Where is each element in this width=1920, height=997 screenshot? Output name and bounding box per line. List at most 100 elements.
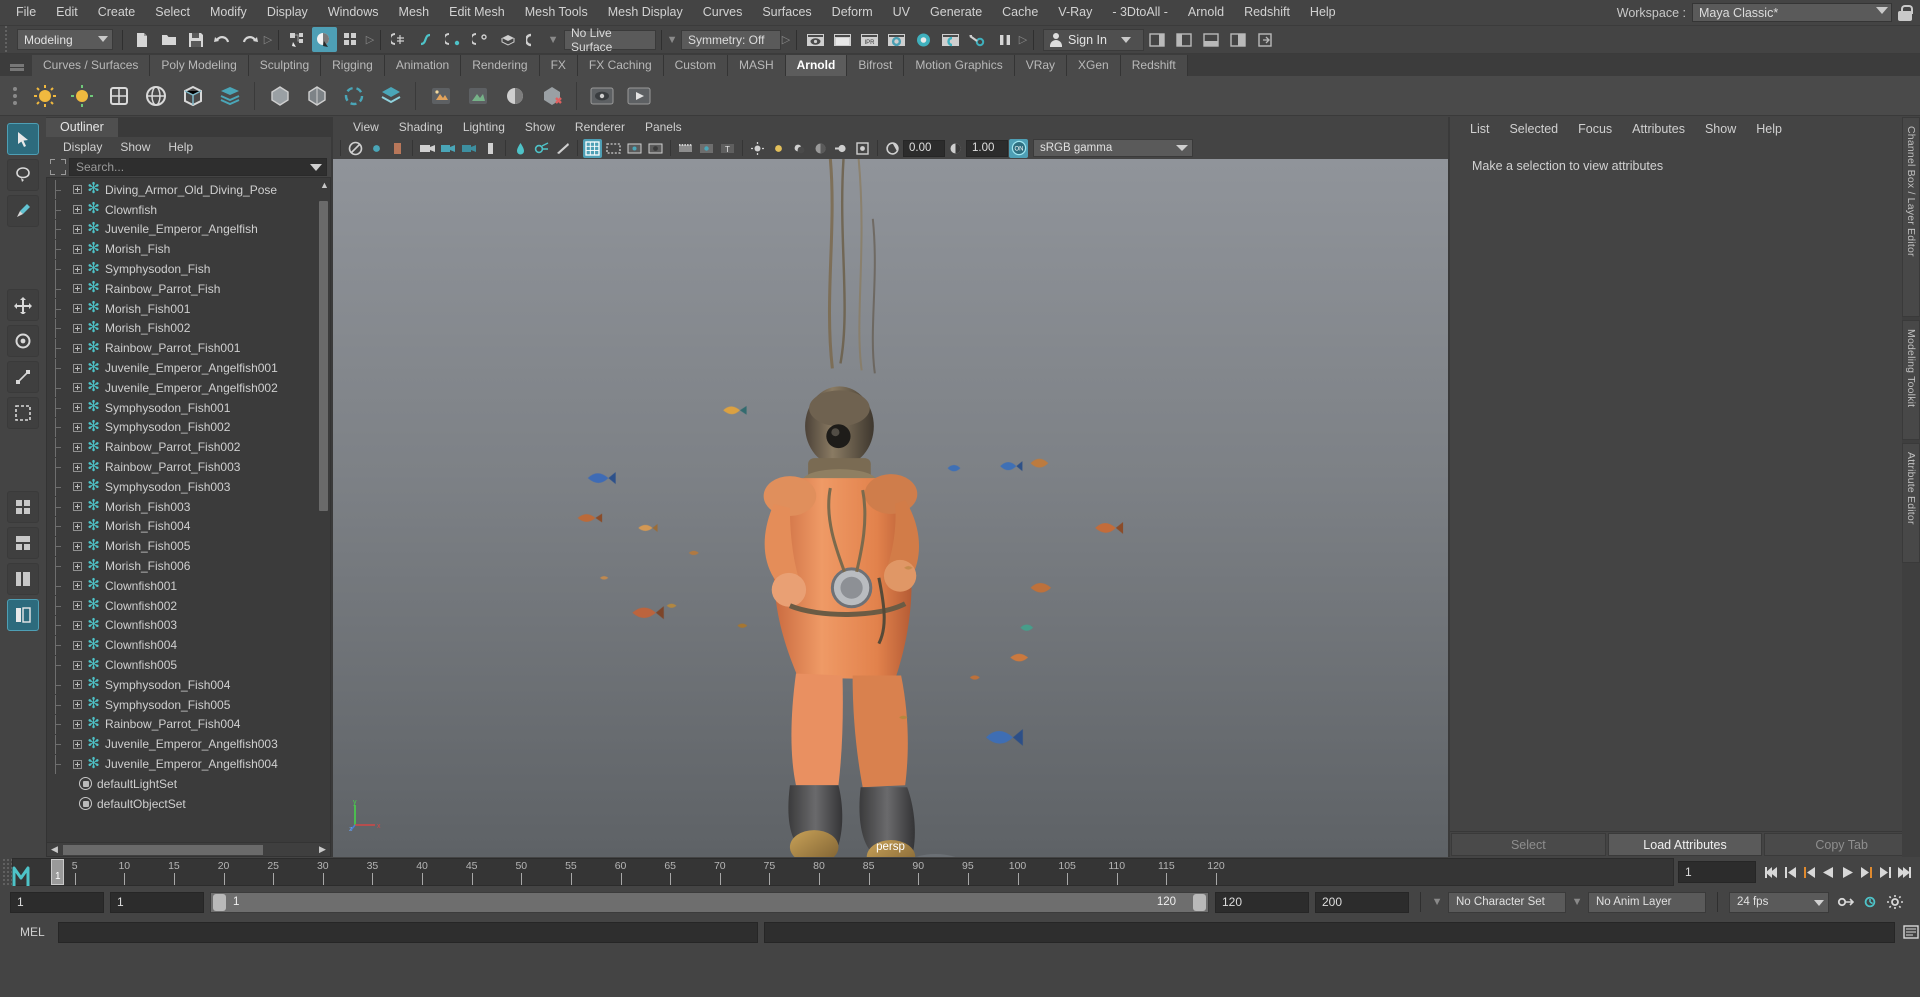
ambient-occlusion-icon[interactable] (811, 139, 830, 158)
select-camera-icon[interactable] (346, 139, 365, 158)
menu-uv[interactable]: UV (883, 0, 920, 25)
viewport-menu-view[interactable]: View (343, 120, 389, 134)
menu-select[interactable]: Select (145, 0, 200, 25)
arnold-volume-icon[interactable] (176, 79, 209, 112)
outliner-item[interactable]: ✻ Clownfish003 (47, 615, 330, 636)
outliner-item[interactable]: ✻ Juvenile_Emperor_Angelfish003 (47, 734, 330, 754)
tab-channel-box-layer-editor[interactable]: Channel Box / Layer Editor (1902, 117, 1920, 317)
chevron-down-icon[interactable]: ▼ (1572, 891, 1583, 913)
ae-menu-list[interactable]: List (1460, 122, 1499, 136)
outliner-vertical-scrollbar[interactable]: ▲ (318, 179, 329, 832)
sign-in-button[interactable]: Sign In (1043, 28, 1144, 51)
display-textures-icon[interactable]: T (718, 139, 737, 158)
expand-toggle-icon[interactable] (73, 403, 82, 413)
layout-four-view-button[interactable] (7, 527, 39, 559)
arnold-render-button[interactable] (938, 27, 963, 52)
fps-dropdown[interactable]: 24 fps (1729, 891, 1829, 913)
expand-toggle-icon[interactable] (73, 284, 82, 294)
outliner-item[interactable]: ✻ Symphysodon_Fish005 (47, 695, 330, 715)
expand-arrow-icon[interactable]: ▼ (548, 29, 559, 51)
expand-toggle-icon[interactable] (73, 601, 82, 611)
outliner-item[interactable]: ✻ Morish_Fish001 (47, 299, 330, 319)
screen-space-ao-icon[interactable] (853, 139, 872, 158)
ae-menu-attributes[interactable]: Attributes (1622, 122, 1695, 136)
scroll-right-icon[interactable]: ▶ (316, 843, 329, 856)
ae-menu-focus[interactable]: Focus (1568, 122, 1622, 136)
outliner-item[interactable]: ✻ Morish_Fish002 (47, 318, 330, 339)
outliner-item[interactable]: ✻ Symphysodon_Fish001 (47, 398, 330, 418)
ae-menu-help[interactable]: Help (1746, 122, 1792, 136)
auto-key-button[interactable] (1835, 892, 1854, 912)
ae-menu-show[interactable]: Show (1695, 122, 1746, 136)
color-management-toggle-icon[interactable]: ON (1009, 138, 1028, 158)
shelf-tab-vray[interactable]: VRay (1014, 55, 1068, 76)
undo-button[interactable] (210, 27, 235, 52)
shelf-tab-poly-modeling[interactable]: Poly Modeling (150, 55, 249, 76)
shelf-tab-arnold[interactable]: Arnold (785, 55, 848, 76)
outliner-item[interactable]: ✻ Morish_Fish (47, 239, 330, 259)
hardware-texturing-icon[interactable] (697, 139, 716, 158)
menu-curves[interactable]: Curves (693, 0, 753, 25)
menu-edit[interactable]: Edit (46, 0, 88, 25)
expand-toggle-icon[interactable] (73, 383, 82, 393)
outliner-item[interactable]: ✻ Clownfish001 (47, 576, 330, 596)
outliner-item[interactable]: ✻ Rainbow_Parrot_Fish002 (47, 437, 330, 457)
menu-deform[interactable]: Deform (822, 0, 883, 25)
outliner-menu-display[interactable]: Display (54, 140, 111, 154)
outliner-item[interactable]: ✻ Rainbow_Parrot_Fish003 (47, 457, 330, 477)
shelf-tab-mash[interactable]: MASH (727, 55, 786, 76)
menu-edit-mesh[interactable]: Edit Mesh (439, 0, 515, 25)
outliner-item[interactable]: ✻ Clownfish (47, 200, 330, 220)
expand-toggle-icon[interactable] (73, 264, 82, 274)
statusline-grip[interactable] (2, 26, 11, 53)
anim-start-field[interactable]: 1 (10, 891, 104, 913)
ae-select-button[interactable]: Select (1451, 833, 1606, 856)
select-hierarchy-button[interactable] (285, 27, 310, 52)
camera-attributes-icon[interactable] (418, 139, 437, 158)
snap-magnet-button[interactable] (522, 27, 547, 52)
menu-help[interactable]: Help (1300, 0, 1346, 25)
command-line-input[interactable] (58, 921, 758, 943)
step-forward-button[interactable] (1876, 862, 1895, 882)
menu-vray[interactable]: V-Ray (1048, 0, 1102, 25)
open-scene-button[interactable] (156, 27, 181, 52)
menu-mesh-tools[interactable]: Mesh Tools (515, 0, 598, 25)
outliner-item[interactable]: ✻ Rainbow_Parrot_Fish001 (47, 338, 330, 358)
gamma-field[interactable]: 1.00 (966, 139, 1008, 157)
arnold-layers-icon[interactable] (374, 79, 407, 112)
outliner-item[interactable]: ✻ Juvenile_Emperor_Angelfish001 (47, 358, 330, 378)
ae-copy-tab-button[interactable]: Copy Tab (1764, 833, 1920, 856)
move-tool-button[interactable] (7, 289, 39, 321)
script-editor-button[interactable] (1901, 922, 1920, 942)
go-to-end-button[interactable] (1895, 862, 1914, 882)
shelf-tab-rigging[interactable]: Rigging (321, 55, 385, 76)
outliner-item[interactable]: ✻ Rainbow_Parrot_Fish004 (47, 714, 330, 735)
bookmark-icon[interactable] (388, 139, 407, 158)
outliner-menu-help[interactable]: Help (159, 140, 202, 154)
arnold-swatch-icon[interactable] (498, 79, 531, 112)
show-hide-channel-box-button[interactable] (1226, 27, 1251, 52)
exposure-icon[interactable] (883, 139, 902, 158)
expand-toggle-icon[interactable] (73, 502, 82, 512)
select-component-button[interactable] (339, 27, 364, 52)
chevron-down-icon[interactable]: ▼ (667, 29, 678, 51)
render-view-button[interactable] (803, 27, 828, 52)
arnold-standin-icon[interactable] (263, 79, 296, 112)
arnold-standin-alt-icon[interactable] (300, 79, 333, 112)
chevron-down-icon[interactable]: ▼ (1432, 891, 1443, 913)
shelf-tab-redshift[interactable]: Redshift (1120, 55, 1188, 76)
last-tool-button[interactable] (7, 397, 39, 429)
outliner-search-input[interactable]: Search... (69, 158, 327, 176)
shelf-row-grip[interactable] (4, 76, 26, 116)
menu-modify[interactable]: Modify (200, 0, 257, 25)
menu-3dtoall[interactable]: - 3DtoAll - (1102, 0, 1178, 25)
outliner-tree[interactable]: ✻ Diving_Armor_Old_Diving_Pose ✻ Clownfish ✻… (46, 177, 331, 857)
previous-key-button[interactable] (1800, 862, 1819, 882)
arnold-area-light-icon[interactable] (28, 79, 61, 112)
snap-curve-button[interactable] (414, 27, 439, 52)
step-back-button[interactable] (1781, 862, 1800, 882)
resolution-gate-icon[interactable] (625, 139, 644, 158)
shelf-tab-xgen[interactable]: XGen (1067, 55, 1121, 76)
lock-camera-icon[interactable] (367, 139, 386, 158)
expand-toggle-icon[interactable] (73, 422, 82, 432)
